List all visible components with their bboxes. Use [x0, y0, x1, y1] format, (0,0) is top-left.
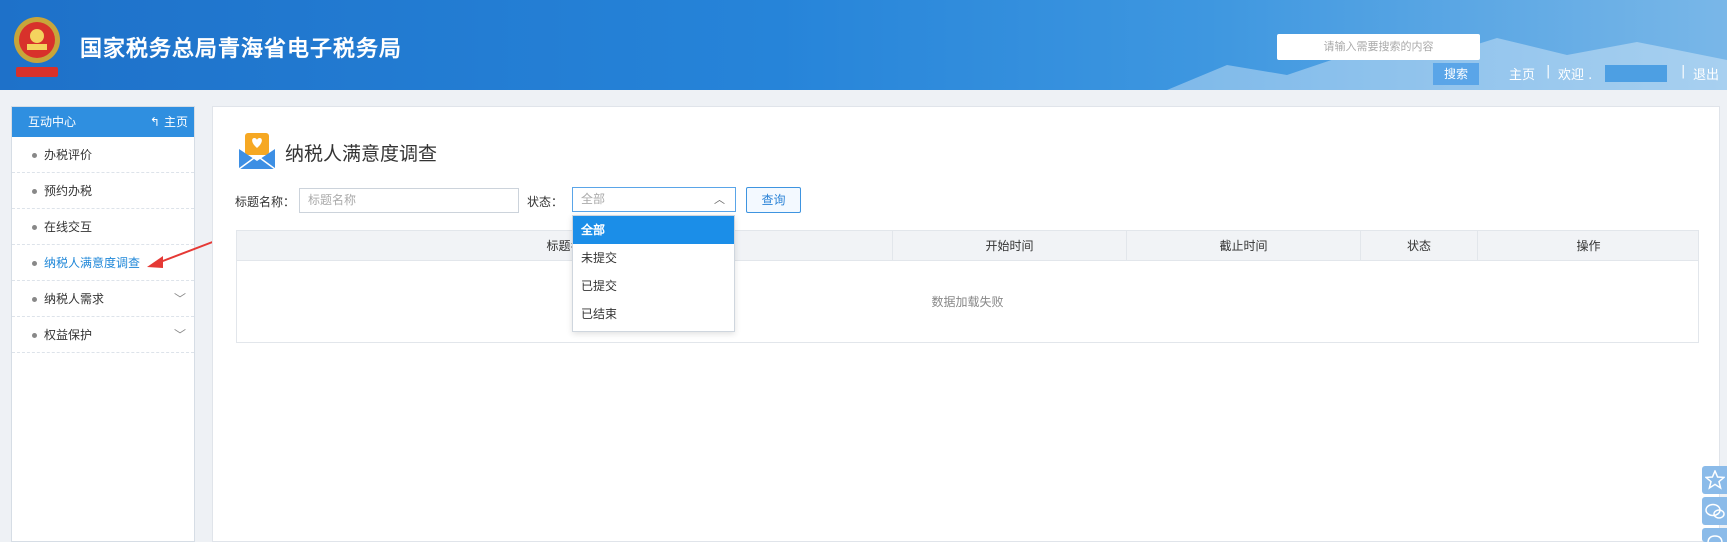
title-filter-input[interactable]: 标题名称	[299, 188, 519, 213]
bullet-icon	[32, 189, 37, 194]
separator: |	[1681, 64, 1686, 79]
status-select-value: 全部	[581, 192, 606, 206]
bullet-icon	[32, 153, 37, 158]
status-filter-label: 状态：	[527, 195, 564, 209]
dropdown-option-all[interactable]: 全部	[573, 216, 734, 244]
sidebar-item-taxpayer-needs[interactable]: 纳税人需求 ﹀	[12, 281, 194, 317]
sidebar: 互动中心 ↰ 主页 办税评价 预约办税 在线交互 纳税人满意度调查 纳税人需求 ﹀…	[11, 106, 195, 542]
home-link[interactable]: 主页	[1509, 64, 1535, 83]
sidebar-item-label: 预约办税	[44, 184, 93, 198]
empty-message: 数据加载失败	[931, 295, 1004, 309]
redacted-username	[1605, 65, 1667, 82]
dropdown-option-ended[interactable]: 已结束	[573, 300, 734, 328]
back-arrow-icon: ↰	[149, 115, 160, 129]
page-title: 纳税人满意度调查	[285, 143, 438, 165]
sidebar-item-label: 在线交互	[44, 220, 93, 234]
tax-emblem-logo	[14, 17, 60, 77]
sidebar-item-label: 纳税人需求	[44, 292, 105, 306]
dropdown-option-submitted[interactable]: 已提交	[573, 272, 734, 300]
search-button[interactable]: 搜索	[1433, 63, 1479, 85]
cloud-icon	[1707, 535, 1723, 542]
more-button[interactable]	[1702, 528, 1727, 542]
site-title: 国家税务总局青海省电子税务局	[80, 37, 403, 62]
sidebar-item-label: 纳税人满意度调查	[44, 256, 141, 270]
star-icon	[1705, 470, 1725, 490]
chat-button[interactable]	[1702, 497, 1727, 525]
search-input[interactable]: 请输入需要搜索的内容	[1277, 34, 1480, 60]
title-filter-label: 标题名称：	[235, 195, 296, 209]
bullet-icon	[32, 297, 37, 302]
sidebar-heading: 互动中心 ↰ 主页	[12, 107, 194, 137]
envelope-heart-icon	[238, 133, 276, 170]
survey-table: 标题名 开始时间 截止时间 状态 操作 数据加载失败	[236, 230, 1699, 343]
favorite-button[interactable]	[1702, 466, 1727, 494]
chevron-down-icon: ﹀	[173, 292, 186, 306]
chevron-down-icon: ﹀	[173, 328, 186, 342]
bullet-icon	[32, 333, 37, 338]
separator: |	[1546, 64, 1551, 79]
table-header: 标题名 开始时间 截止时间 状态 操作	[237, 231, 1698, 261]
welcome-label: 欢迎 .	[1558, 68, 1593, 83]
query-button[interactable]: 查询	[746, 187, 801, 213]
chevron-up-icon: ︿	[714, 193, 725, 206]
sidebar-item-evaluation[interactable]: 办税评价	[12, 137, 194, 173]
column-header-end-time: 截止时间	[1126, 231, 1360, 261]
bullet-icon	[32, 225, 37, 230]
column-header-actions: 操作	[1477, 231, 1699, 261]
sidebar-item-label: 办税评价	[44, 148, 93, 162]
sidebar-item-appointment[interactable]: 预约办税	[12, 173, 194, 209]
status-select[interactable]: 全部 ︿	[572, 187, 736, 212]
status-dropdown-menu: 全部 未提交 已提交 已结束	[572, 215, 735, 332]
dropdown-option-not-submitted[interactable]: 未提交	[573, 244, 734, 272]
sidebar-home-link[interactable]: ↰ 主页	[150, 107, 188, 137]
chat-icon	[1705, 503, 1725, 519]
logout-link[interactable]: 退出	[1693, 64, 1719, 83]
column-header-title: 标题名	[546, 239, 583, 253]
sidebar-heading-label: 互动中心	[28, 115, 77, 129]
bullet-icon	[32, 261, 37, 266]
sidebar-item-rights-protection[interactable]: 权益保护 ﹀	[12, 317, 194, 353]
header-bar: 国家税务总局青海省电子税务局 请输入需要搜索的内容 搜索 主页 | 欢迎 . |…	[0, 0, 1727, 90]
main-panel: 纳税人满意度调查 标题名称： 标题名称 状态： 全部 ︿ 查询 标题名 开始时间…	[212, 106, 1720, 542]
column-header-start-time: 开始时间	[892, 231, 1126, 261]
sidebar-item-label: 权益保护	[44, 328, 93, 342]
column-header-status: 状态	[1360, 231, 1477, 261]
sidebar-home-label: 主页	[163, 115, 188, 129]
